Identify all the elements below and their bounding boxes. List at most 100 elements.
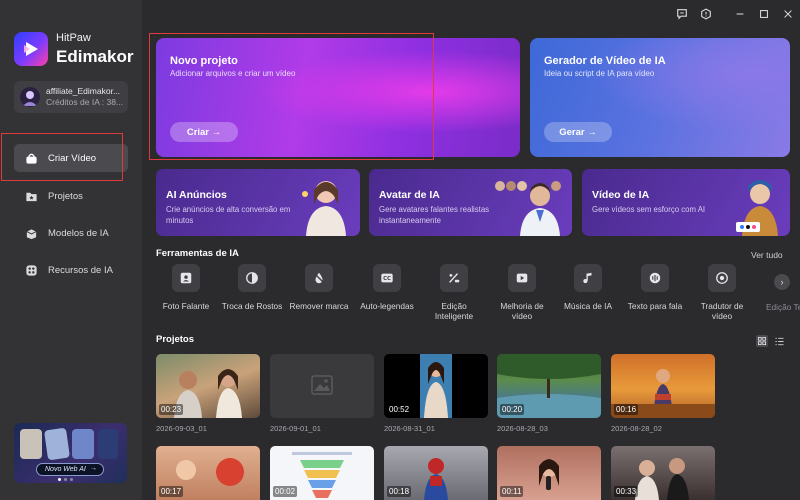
tool-label: Troca de Rostos <box>221 301 283 311</box>
card-title: Vídeo de IA <box>592 189 650 201</box>
project-thumbnail[interactable]: 00:20 <box>497 354 601 418</box>
tool-smart-edit[interactable]: Edição Inteligente <box>422 264 486 321</box>
card-title: Gerador de Vídeo de IA <box>544 55 666 67</box>
generate-button[interactable]: Gerar → <box>544 122 612 142</box>
tool-ai-music[interactable]: Música de IA <box>556 264 620 311</box>
tool-video-enhance[interactable]: Melhoria de vídeo <box>490 264 554 321</box>
brand: HitPaw Edimakor <box>14 32 133 66</box>
feedback-icon[interactable] <box>674 6 690 22</box>
duration-label: 00:17 <box>159 486 184 497</box>
play-logo-icon <box>14 32 48 66</box>
settings-icon[interactable] <box>698 6 714 22</box>
promo-avatar-image <box>20 429 42 459</box>
card-subtitle: Gere vídeos sem esforço com AI <box>592 205 706 214</box>
promo-image <box>72 429 94 459</box>
tool-label: Edição Te <box>766 302 800 312</box>
carousel-dots[interactable] <box>58 478 73 481</box>
subtitles-icon: CC <box>373 264 401 292</box>
tool-remove-watermark[interactable]: Remover marca <box>287 264 351 311</box>
nav-item-projects[interactable]: Projetos <box>14 182 128 210</box>
ai-ads-card[interactable]: AI Anúncios Crie anúncios de alta conver… <box>156 169 360 236</box>
card-subtitle: Ideia ou script de IA para vídeo <box>544 69 655 78</box>
talking-photo-icon <box>172 264 200 292</box>
sidebar: HitPaw Edimakor affiliate_Edimakor... Cr… <box>0 0 142 500</box>
new-web-ai-button[interactable]: Novo Web AI → <box>36 463 104 476</box>
image-placeholder-icon <box>311 375 333 395</box>
see-all-link[interactable]: Ver tudo <box>751 250 783 260</box>
maximize-icon[interactable] <box>756 6 772 22</box>
smart-edit-icon <box>440 264 468 292</box>
nav-item-ai-models[interactable]: Modelos de IA <box>14 219 128 247</box>
highlight-outline <box>1 133 123 181</box>
duration-label: 00:52 <box>387 404 412 415</box>
minimize-icon[interactable] <box>732 6 748 22</box>
project-thumbnail[interactable] <box>270 354 374 418</box>
project-date: 2026-08-28_02 <box>611 424 662 433</box>
svg-text:CC: CC <box>383 276 391 282</box>
project-thumbnail[interactable]: 00:16 <box>611 354 715 418</box>
avatar <box>20 87 40 107</box>
avatar-presenter-image <box>495 181 561 236</box>
tool-auto-subtitles[interactable]: CC Auto-legendas <box>355 264 419 311</box>
scroll-right-button[interactable]: › <box>774 274 790 290</box>
ai-tools-title: Ferramentas de IA <box>156 248 239 259</box>
project-date: 2026-09-03_01 <box>156 424 207 433</box>
painting-image <box>736 180 778 236</box>
project-thumbnail[interactable]: 00:23 <box>156 354 260 418</box>
projects-title: Projetos <box>156 334 195 345</box>
tool-label: Remover marca <box>289 301 349 311</box>
duration-label: 00:20 <box>500 404 525 415</box>
duration-label: 00:33 <box>614 486 639 497</box>
tool-label: Tradutor de vídeo <box>700 301 744 321</box>
video-enhance-icon <box>508 264 536 292</box>
brand-name-top: HitPaw <box>56 32 91 44</box>
nav-label: Projetos <box>48 190 83 202</box>
project-date: 2026-08-28_03 <box>497 424 548 433</box>
card-subtitle: Gere avatares falantes realistas instant… <box>379 205 490 225</box>
nav-item-ai-resources[interactable]: Recursos de IA <box>14 256 128 284</box>
tool-label: Edição Inteligente <box>434 301 474 321</box>
account-card[interactable]: affiliate_Edimakor... Créditos de IA : 3… <box>14 81 128 113</box>
list-view-icon[interactable] <box>773 335 785 347</box>
project-thumbnail[interactable]: 00:33 <box>611 446 715 500</box>
project-thumbnail[interactable]: 00:11 <box>497 446 601 500</box>
folder-star-icon <box>24 189 38 203</box>
tool-video-translator[interactable]: Tradutor de vídeo <box>690 264 754 321</box>
arrow-right-icon: → <box>90 465 97 472</box>
nav-label: Recursos de IA <box>48 264 113 276</box>
remove-watermark-icon <box>305 264 333 292</box>
tool-label: Texto para fala <box>627 301 683 311</box>
tool-text-to-speech[interactable]: Texto para fala <box>623 264 687 311</box>
account-name: affiliate_Edimakor... <box>46 86 121 96</box>
promo-image <box>44 427 70 461</box>
close-icon[interactable] <box>780 6 796 22</box>
ai-avatar-card[interactable]: Avatar de IA Gere avatares falantes real… <box>369 169 572 236</box>
duration-label: 00:02 <box>273 486 298 497</box>
ai-credits: Créditos de IA : 38... <box>46 97 124 107</box>
brand-name: Edimakor <box>56 47 134 66</box>
ad-presenter-image <box>302 181 346 236</box>
chevron-right-icon: › <box>780 277 784 287</box>
grid-resources-icon <box>24 263 38 277</box>
ai-music-icon <box>574 264 602 292</box>
tool-face-swap[interactable]: Troca de Rostos <box>220 264 284 311</box>
promo-banner[interactable]: Novo Web AI → <box>14 423 127 483</box>
project-date: 2026-09-01_01 <box>270 424 321 433</box>
promo-image <box>98 429 118 459</box>
face-swap-icon <box>238 264 266 292</box>
project-thumbnail[interactable]: 00:18 <box>384 446 488 500</box>
ai-video-card[interactable]: Vídeo de IA Gere vídeos sem esforço com … <box>582 169 790 236</box>
project-thumbnail[interactable]: 00:52 <box>384 354 488 418</box>
project-thumbnail[interactable]: 00:17 <box>156 446 260 500</box>
project-thumbnail[interactable]: 00:02 <box>270 446 374 500</box>
grid-view-icon[interactable] <box>756 335 768 347</box>
text-to-speech-icon <box>641 264 669 292</box>
duration-label: 00:18 <box>387 486 412 497</box>
duration-label: 00:23 <box>159 404 184 415</box>
ai-video-generator-card[interactable]: Gerador de Vídeo de IA Ideia ou script d… <box>530 38 790 157</box>
video-translator-icon <box>708 264 736 292</box>
tool-talking-photo[interactable]: Foto Falante <box>154 264 218 311</box>
highlight-outline <box>149 33 434 160</box>
tool-label: Auto-legendas <box>360 301 414 311</box>
tool-label: Música de IA <box>564 301 612 311</box>
